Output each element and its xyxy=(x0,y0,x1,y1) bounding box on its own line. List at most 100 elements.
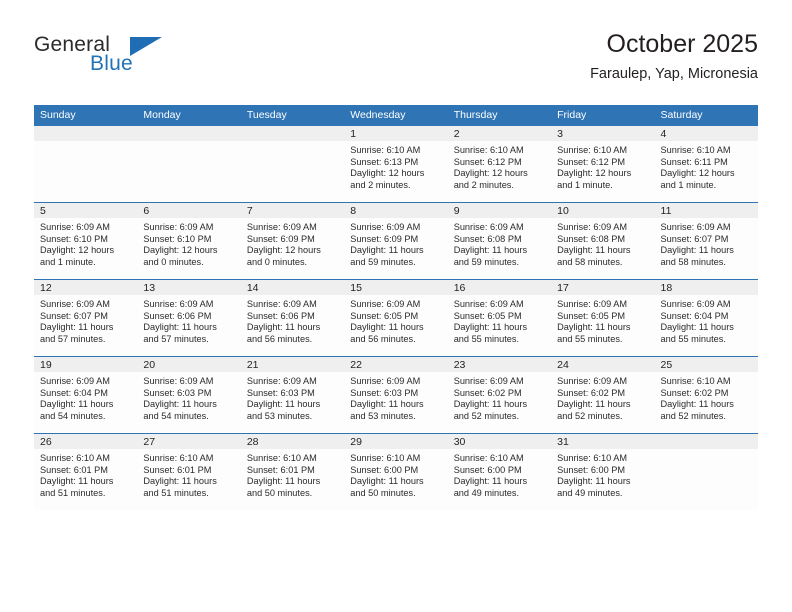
day-details: Sunrise: 6:10 AM Sunset: 6:12 PM Daylight:… xyxy=(448,141,551,191)
calendar-day-cell[interactable]: 30 Sunrise: 6:10 AM Sunset: 6:00 PM Dayligh… xyxy=(447,433,552,510)
calendar-day-cell[interactable]: 28 Sunrise: 6:10 AM Sunset: 6:01 PM Dayligh… xyxy=(240,433,345,510)
day-detail-line: Sunset: 6:02 PM xyxy=(453,387,522,398)
calendar-day-cell[interactable]: 11 Sunrise: 6:09 AM Sunset: 6:07 PM Dayligh… xyxy=(654,202,758,280)
day-details: Sunrise: 6:09 AM Sunset: 6:02 PM Daylight:… xyxy=(551,372,654,422)
calendar-day-cell[interactable]: 27 Sunrise: 6:10 AM Sunset: 6:01 PM Dayligh… xyxy=(137,433,241,510)
day-detail-line: Sunset: 6:07 PM xyxy=(660,233,729,244)
calendar-header-row: Sunday Monday Tuesday Wednesday Thursday Frid… xyxy=(34,105,758,126)
day-number: 17 xyxy=(551,280,655,295)
day-details: Sunrise: 6:10 AM Sunset: 6:02 PM Daylight:… xyxy=(655,372,758,422)
logo-text-blue: Blue xyxy=(90,52,133,75)
day-detail-line: and 54 minutes. xyxy=(143,410,209,421)
day-detail-line: Sunrise: 6:10 AM xyxy=(246,453,317,463)
calendar-day-cell[interactable]: 7 Sunrise: 6:09 AM Sunset: 6:09 PM Daylight… xyxy=(240,202,345,280)
calendar-day-cell[interactable]: 14 Sunrise: 6:09 AM Sunset: 6:06 PM Dayligh… xyxy=(240,279,345,357)
calendar-day-cell[interactable]: 2 Sunrise: 6:10 AM Sunset: 6:12 PM Daylight… xyxy=(447,126,552,203)
title-block: October 2025 Faraulep, Yap, Micronesia xyxy=(590,28,758,84)
day-number: 21 xyxy=(240,357,345,372)
day-detail-line: Sunset: 6:06 PM xyxy=(143,310,212,321)
day-details: Sunrise: 6:09 AM Sunset: 6:03 PM Daylight:… xyxy=(344,372,447,422)
day-detail-line: and 59 minutes. xyxy=(453,256,520,267)
calendar-day-cell[interactable]: 1 Sunrise: 6:10 AM Sunset: 6:13 PM Daylight… xyxy=(344,126,448,203)
day-details: Sunrise: 6:10 AM Sunset: 6:11 PM Daylight:… xyxy=(655,141,758,191)
day-detail-line: Sunset: 6:00 PM xyxy=(350,464,419,475)
day-detail-line: and 0 minutes. xyxy=(246,256,308,267)
calendar-day-cell[interactable]: 6 Sunrise: 6:09 AM Sunset: 6:10 PM Daylight… xyxy=(137,202,241,280)
weekday-header: Sunday Monday Tuesday Wednesday Thursday Frid… xyxy=(34,105,758,126)
calendar-week-row: 1 Sunrise: 6:10 AM Sunset: 6:13 PM Daylight… xyxy=(34,126,758,203)
day-detail-line: Sunrise: 6:09 AM xyxy=(246,222,317,232)
calendar-week-row: 26 Sunrise: 6:10 AM Sunset: 6:01 PM Dayligh… xyxy=(34,433,758,510)
calendar-day-cell[interactable]: 31 Sunrise: 6:10 AM Sunset: 6:00 PM Dayligh… xyxy=(551,433,655,510)
calendar-day-cell[interactable]: 8 Sunrise: 6:09 AM Sunset: 6:09 PM Daylight… xyxy=(344,202,448,280)
day-detail-line: Daylight: 11 hours xyxy=(350,399,424,410)
day-number: 5 xyxy=(34,203,138,218)
day-number: 12 xyxy=(34,280,138,295)
day-detail-line: Sunrise: 6:10 AM xyxy=(660,376,731,386)
calendar-day-cell[interactable]: 12 Sunrise: 6:09 AM Sunset: 6:07 PM Dayligh… xyxy=(34,279,138,357)
calendar-day-cell[interactable]: 3 Sunrise: 6:10 AM Sunset: 6:12 PM Daylight… xyxy=(551,126,655,203)
calendar-day-cell[interactable]: 15 Sunrise: 6:09 AM Sunset: 6:05 PM Dayligh… xyxy=(344,279,448,357)
general-blue-logo[interactable]: General Blue xyxy=(34,34,214,90)
day-detail-line: and 58 minutes. xyxy=(660,256,726,267)
day-details: Sunrise: 6:10 AM Sunset: 6:12 PM Daylight:… xyxy=(551,141,654,191)
calendar-day-cell[interactable]: 24 Sunrise: 6:09 AM Sunset: 6:02 PM Dayligh… xyxy=(551,356,655,434)
calendar-week-row: 19 Sunrise: 6:09 AM Sunset: 6:04 PM Dayligh… xyxy=(34,356,758,434)
calendar-day-cell[interactable]: 22 Sunrise: 6:09 AM Sunset: 6:03 PM Dayligh… xyxy=(344,356,448,434)
calendar-day-cell[interactable]: 5 Sunrise: 6:09 AM Sunset: 6:10 PM Daylight… xyxy=(34,202,138,280)
calendar-day-cell[interactable]: 29 Sunrise: 6:10 AM Sunset: 6:00 PM Dayligh… xyxy=(344,433,448,510)
calendar-day-cell[interactable]: 23 Sunrise: 6:09 AM Sunset: 6:02 PM Dayligh… xyxy=(447,356,552,434)
calendar-day-cell[interactable]: 9 Sunrise: 6:09 AM Sunset: 6:08 PM Daylight… xyxy=(447,202,552,280)
day-detail-line: Sunrise: 6:09 AM xyxy=(350,299,421,309)
day-detail-line: and 50 minutes. xyxy=(246,487,313,498)
day-detail-line: Sunrise: 6:09 AM xyxy=(453,222,524,232)
day-number: 9 xyxy=(447,203,552,218)
calendar-day-cell[interactable]: 13 Sunrise: 6:09 AM Sunset: 6:06 PM Dayligh… xyxy=(137,279,241,357)
day-details: Sunrise: 6:10 AM Sunset: 6:00 PM Daylight:… xyxy=(448,449,551,499)
day-detail-line: and 51 minutes. xyxy=(143,487,209,498)
weekday-header-cell: Saturday xyxy=(654,105,758,126)
day-details: Sunrise: 6:10 AM Sunset: 6:01 PM Daylight:… xyxy=(137,449,240,499)
day-detail-line: Sunset: 6:01 PM xyxy=(143,464,212,475)
day-number: 15 xyxy=(344,280,448,295)
day-detail-line: and 0 minutes. xyxy=(143,256,204,267)
calendar-body: 1 Sunrise: 6:10 AM Sunset: 6:13 PM Daylight… xyxy=(34,126,758,510)
day-detail-line: Sunrise: 6:09 AM xyxy=(40,376,110,386)
day-detail-line: Daylight: 11 hours xyxy=(143,399,217,410)
calendar-day-cell[interactable]: 18 Sunrise: 6:09 AM Sunset: 6:04 PM Dayligh… xyxy=(654,279,758,357)
weekday-header-cell: Monday xyxy=(137,105,241,126)
calendar-day-cell[interactable]: 16 Sunrise: 6:09 AM Sunset: 6:05 PM Dayligh… xyxy=(447,279,552,357)
day-detail-line: Sunrise: 6:10 AM xyxy=(557,453,628,463)
day-detail-line: Daylight: 11 hours xyxy=(143,476,217,487)
day-details: Sunrise: 6:10 AM Sunset: 6:01 PM Daylight:… xyxy=(34,449,137,499)
calendar-day-cell[interactable]: 21 Sunrise: 6:09 AM Sunset: 6:03 PM Dayligh… xyxy=(240,356,345,434)
calendar-day-cell[interactable]: 20 Sunrise: 6:09 AM Sunset: 6:03 PM Dayligh… xyxy=(137,356,241,434)
day-detail-line: Sunrise: 6:09 AM xyxy=(246,299,317,309)
weekday-header-cell: Tuesday xyxy=(240,105,345,126)
day-number: 14 xyxy=(240,280,345,295)
weekday-header-cell: Wednesday xyxy=(344,105,448,126)
calendar-day-cell[interactable]: 4 Sunrise: 6:10 AM Sunset: 6:11 PM Daylight… xyxy=(654,126,758,203)
day-detail-line: Daylight: 11 hours xyxy=(40,476,114,487)
day-detail-line: and 57 minutes. xyxy=(40,333,106,344)
day-detail-line: Sunset: 6:05 PM xyxy=(350,310,419,321)
day-number xyxy=(654,434,758,449)
calendar-day-cell[interactable]: 19 Sunrise: 6:09 AM Sunset: 6:04 PM Dayligh… xyxy=(34,356,138,434)
day-detail-line: Daylight: 12 hours xyxy=(660,168,735,179)
calendar-day-cell[interactable]: 25 Sunrise: 6:10 AM Sunset: 6:02 PM Dayligh… xyxy=(654,356,758,434)
calendar-day-cell[interactable]: 17 Sunrise: 6:09 AM Sunset: 6:05 PM Dayligh… xyxy=(551,279,655,357)
day-detail-line: Sunrise: 6:10 AM xyxy=(660,145,731,155)
day-details: Sunrise: 6:09 AM Sunset: 6:02 PM Daylight:… xyxy=(448,372,551,422)
calendar-day-cell[interactable]: 10 Sunrise: 6:09 AM Sunset: 6:08 PM Dayligh… xyxy=(551,202,655,280)
day-number xyxy=(34,126,138,141)
calendar-day-cell[interactable]: 26 Sunrise: 6:10 AM Sunset: 6:01 PM Dayligh… xyxy=(34,433,138,510)
day-number xyxy=(240,126,345,141)
day-detail-line: Sunrise: 6:09 AM xyxy=(40,222,110,232)
day-detail-line: Sunset: 6:03 PM xyxy=(143,387,212,398)
day-detail-line: Sunset: 6:11 PM xyxy=(660,156,728,167)
day-detail-line: Daylight: 11 hours xyxy=(453,322,528,333)
day-detail-line: Daylight: 11 hours xyxy=(350,322,424,333)
calendar-empty-cell xyxy=(137,126,241,203)
day-detail-line: and 54 minutes. xyxy=(40,410,106,421)
day-detail-line: and 49 minutes. xyxy=(453,487,520,498)
